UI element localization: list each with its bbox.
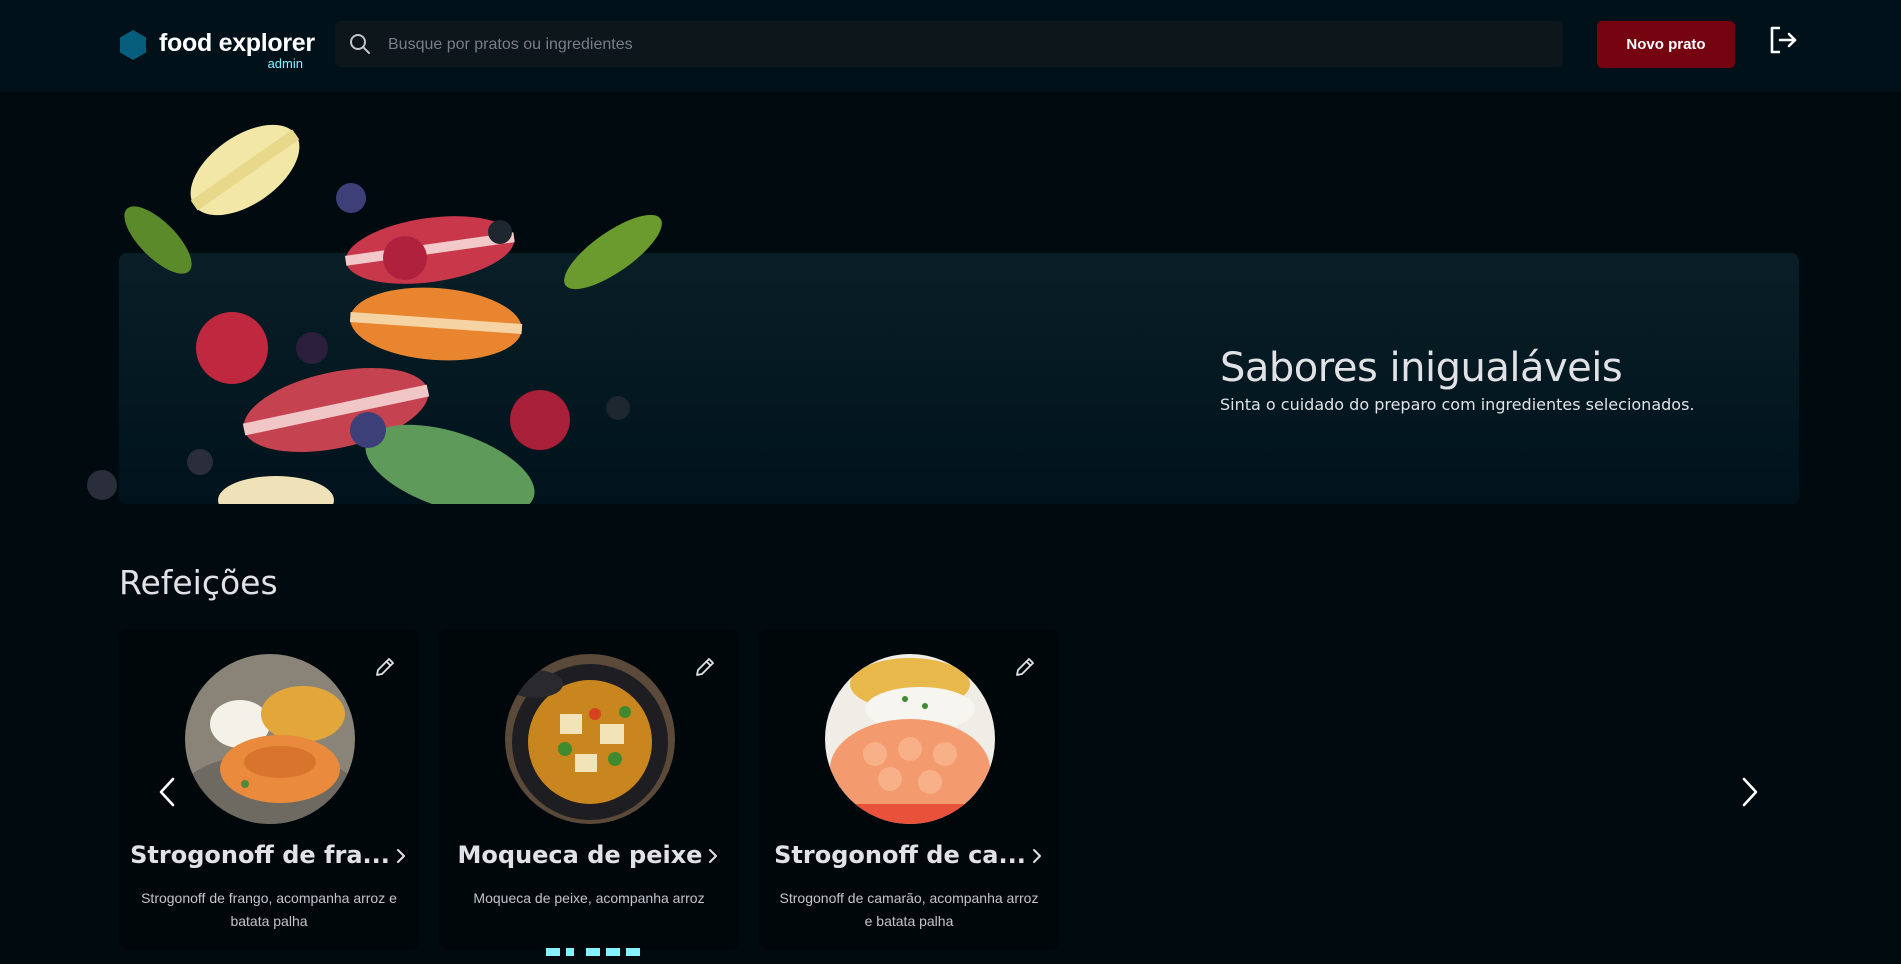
banner-text: Sabores inigualáveis Sinta o cuidado do … xyxy=(1220,345,1694,414)
dish-description: Moqueca de peixe, acompanha arroz xyxy=(473,890,705,906)
dish-name-row[interactable]: Moqueca de peixe xyxy=(439,841,739,869)
pencil-icon[interactable] xyxy=(1013,655,1037,679)
pencil-icon[interactable] xyxy=(373,655,397,679)
hexagon-logo-icon xyxy=(120,30,146,60)
dish-photo xyxy=(825,654,995,824)
search-bar xyxy=(335,21,1563,69)
dish-photo xyxy=(505,654,675,824)
new-dish-button[interactable]: Novo prato xyxy=(1597,21,1735,68)
dish-price-partial xyxy=(439,929,739,964)
dish-description: Strogonoff de camarão, acompanha arroz e… xyxy=(779,890,1039,929)
chevron-right-icon xyxy=(396,849,405,863)
banner-title: Sabores inigualáveis xyxy=(1220,345,1623,391)
dish-card[interactable]: Strogonoff de ca... Strogonoff de camarã… xyxy=(759,629,1059,949)
chevron-left-icon[interactable] xyxy=(155,775,181,809)
admin-label: admin xyxy=(267,56,303,71)
dish-name: Moqueca de peixe xyxy=(457,841,703,869)
sign-out-icon[interactable] xyxy=(1768,24,1798,56)
dish-card[interactable]: Moqueca de peixe Moqueca de peixe, acomp… xyxy=(439,629,739,956)
dish-description: Strogonoff de frango, acompanha arroz e … xyxy=(141,890,397,929)
search-input[interactable] xyxy=(386,21,1550,69)
chevron-right-icon xyxy=(709,849,718,863)
chevron-right-icon xyxy=(1032,849,1041,863)
dish-name-row[interactable]: Strogonoff de fra... xyxy=(119,841,419,869)
brand-name: food explorer xyxy=(159,29,315,57)
top-bar: food explorer admin Novo prato xyxy=(0,0,1901,92)
dish-name: Strogonoff de ca... xyxy=(774,841,1026,869)
chevron-right-icon[interactable] xyxy=(1736,775,1762,809)
price-cutoff xyxy=(546,948,640,956)
dish-name: Strogonoff de fra... xyxy=(130,841,390,869)
macarons-illustration xyxy=(87,124,662,504)
banner-subtitle: Sinta o cuidado do preparo com ingredien… xyxy=(1220,395,1695,414)
dish-photo xyxy=(185,654,355,824)
pencil-icon[interactable] xyxy=(693,655,717,679)
dish-name-row[interactable]: Strogonoff de ca... xyxy=(759,841,1059,869)
section-title: Refeições xyxy=(119,563,278,602)
brand-logo[interactable]: food explorer admin xyxy=(120,28,315,74)
search-icon xyxy=(350,34,370,54)
